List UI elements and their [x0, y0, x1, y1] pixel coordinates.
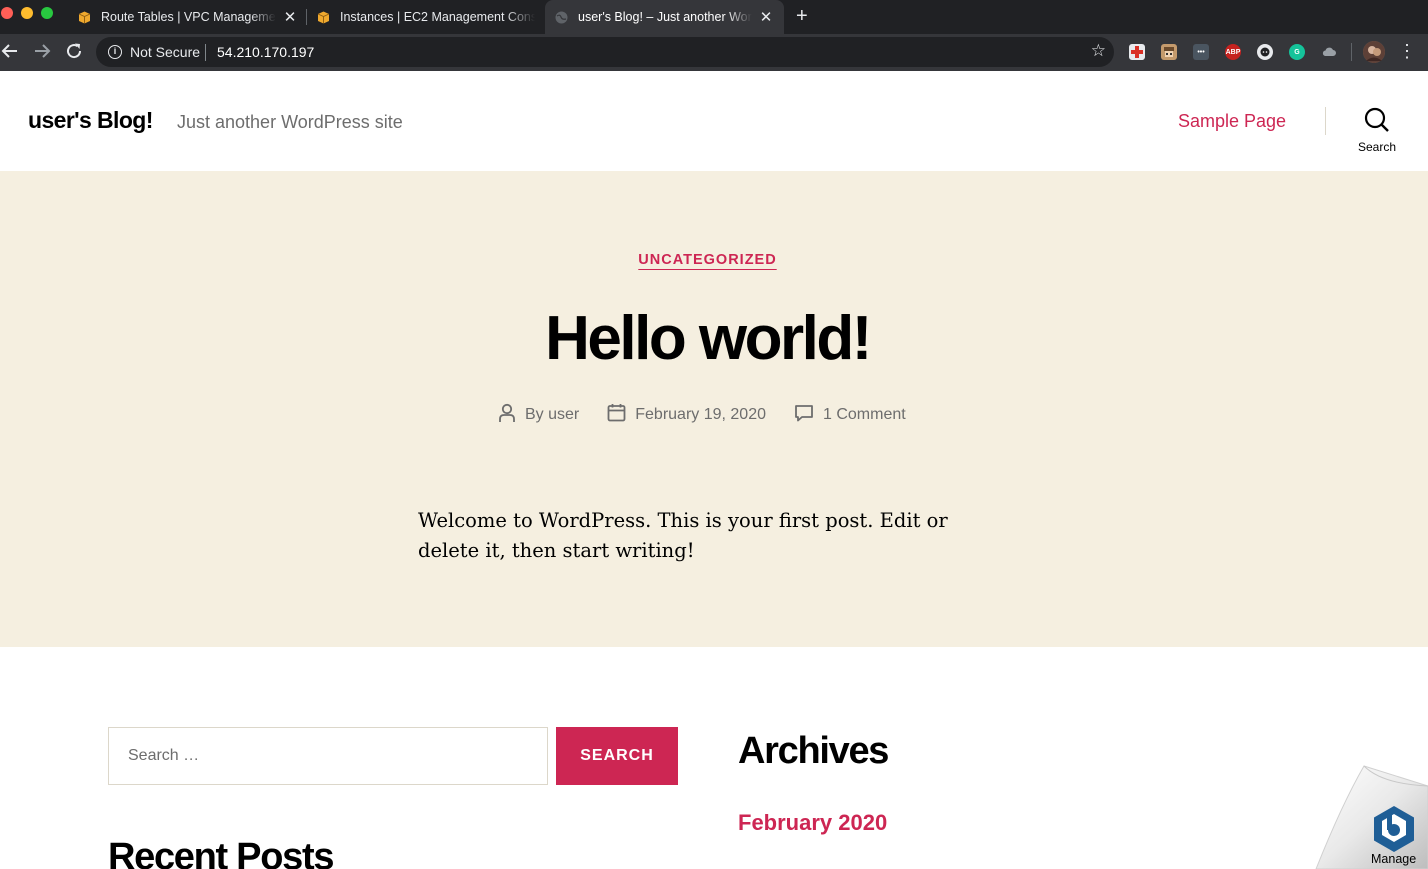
post-date: February 19, 2020: [607, 403, 766, 427]
browser-menu-icon[interactable]: ⋮: [1398, 41, 1416, 61]
post-comments-link[interactable]: 1 Comment: [823, 406, 906, 424]
post-author: By user: [498, 403, 579, 428]
profile-avatar-icon[interactable]: [1363, 41, 1385, 63]
site-description: Just another WordPress site: [177, 112, 403, 132]
tab-title: Instances | EC2 Management Console: [340, 10, 535, 24]
hexagon-logo-icon: [1370, 804, 1418, 857]
header-separator: [1325, 107, 1326, 135]
address-divider: [205, 44, 206, 61]
browser-tab-bar: Route Tables | VPC Management Console ✕ …: [0, 0, 1428, 34]
aws-box-icon: [317, 11, 330, 24]
browser-toolbar: i Not Secure 54.210.170.197 ☆ ••• ABP G …: [0, 34, 1428, 71]
grammarly-icon[interactable]: G: [1289, 44, 1305, 60]
comment-icon: [794, 404, 823, 427]
back-arrow-icon[interactable]: [0, 39, 22, 63]
search-toggle-label: Search: [1357, 140, 1397, 154]
post-meta: By user February 19, 2020 1 Comment: [498, 403, 934, 428]
tab-title: Route Tables | VPC Management Console: [101, 10, 276, 24]
tab-title: user's Blog! – Just another WordPress si…: [578, 10, 752, 24]
tab-close-icon[interactable]: ✕: [282, 8, 298, 26]
search-placeholder: Search …: [128, 747, 200, 764]
manage-label: Manage: [1371, 852, 1417, 866]
info-icon[interactable]: i: [108, 45, 122, 59]
window-close-button[interactable]: [1, 7, 13, 19]
new-tab-button[interactable]: +: [796, 4, 808, 28]
url-text[interactable]: 54.210.170.197: [217, 44, 314, 60]
address-bar[interactable]: i Not Secure 54.210.170.197 ☆: [96, 37, 1114, 67]
category-link[interactable]: UNCATEGORIZED: [638, 252, 776, 268]
window-zoom-button[interactable]: [41, 7, 53, 19]
cloud-icon[interactable]: [1321, 44, 1337, 60]
nav-sample-page-link[interactable]: Sample Page: [1178, 111, 1286, 132]
site-header: user's Blog! Just another WordPress site…: [0, 71, 1428, 171]
recent-posts-heading: Recent Posts: [108, 836, 334, 869]
post-author-link[interactable]: By user: [525, 406, 579, 424]
forward-arrow-icon[interactable]: [30, 39, 54, 63]
tab-users-blog[interactable]: user's Blog! – Just another WordPress si…: [545, 0, 784, 34]
calendar-icon: [607, 403, 635, 427]
post-header: UNCATEGORIZED Hello world! By user Febru…: [0, 171, 1428, 647]
search-input[interactable]: Search …: [108, 727, 548, 785]
speech-icon[interactable]: [1257, 44, 1273, 60]
tab-route-tables[interactable]: Route Tables | VPC Management Console ✕: [70, 0, 306, 34]
site-title[interactable]: user's Blog!: [28, 107, 153, 134]
reload-icon[interactable]: [62, 39, 86, 63]
toolbar-divider: [1351, 43, 1352, 61]
abp-icon[interactable]: ABP: [1225, 44, 1241, 60]
dots-icon[interactable]: •••: [1193, 44, 1209, 60]
tab-close-icon[interactable]: ✕: [758, 8, 774, 26]
archives-heading: Archives: [738, 730, 889, 772]
search-icon: [1364, 107, 1390, 137]
tab-ec2-instances[interactable]: Instances | EC2 Management Console: [309, 0, 543, 34]
window-minimize-button[interactable]: [21, 7, 33, 19]
post-comments: 1 Comment: [794, 404, 906, 427]
search-submit-button[interactable]: SEARCH: [556, 727, 678, 785]
archive-link-february-2020[interactable]: February 2020: [738, 810, 887, 836]
bookmark-star-icon[interactable]: ☆: [1091, 41, 1106, 61]
pixel-character-icon[interactable]: [1161, 44, 1177, 60]
medical-cross-icon[interactable]: [1129, 44, 1145, 60]
person-icon: [498, 403, 525, 428]
globe-icon: [555, 11, 568, 24]
post-date-link[interactable]: February 19, 2020: [635, 406, 766, 424]
aws-box-icon: [78, 11, 91, 24]
tab-separator: [306, 9, 307, 25]
post-content: Welcome to WordPress. This is your first…: [418, 509, 948, 562]
search-toggle-button[interactable]: Search: [1352, 107, 1402, 157]
post-title[interactable]: Hello world!: [0, 303, 1415, 374]
security-label: Not Secure: [130, 44, 201, 60]
